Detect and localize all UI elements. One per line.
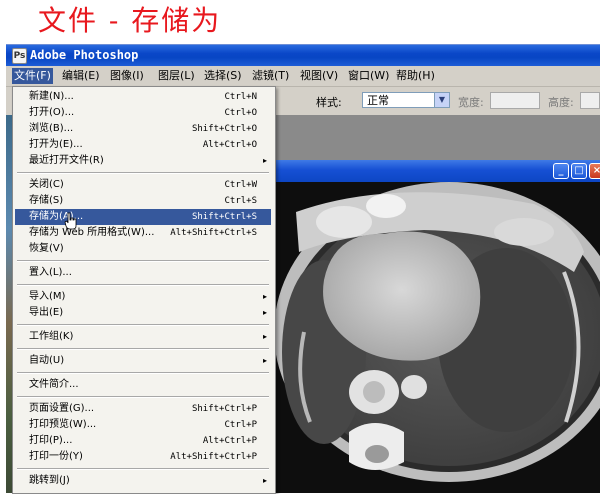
- menu-item-browse[interactable]: 浏览(B)... Shift+Ctrl+O: [15, 121, 271, 137]
- slide-title: 文件 - 存储为: [38, 4, 222, 37]
- menu-help[interactable]: 帮助(H): [394, 68, 437, 84]
- submenu-arrow-icon: ▸: [262, 292, 267, 301]
- maximize-button[interactable]: □: [571, 163, 587, 179]
- menu-filter[interactable]: 滤镜(T): [250, 68, 291, 84]
- menu-item-print-preview[interactable]: 打印预览(W)... Ctrl+P: [15, 417, 271, 433]
- menu-file[interactable]: 文件(F): [12, 68, 53, 84]
- ct-scan-image: [274, 182, 600, 493]
- menu-select[interactable]: 选择(S): [202, 68, 244, 84]
- menu-item-close[interactable]: 关闭(C) Ctrl+W: [15, 177, 271, 193]
- menu-item-automate[interactable]: 自动(U) ▸: [15, 353, 271, 369]
- menu-item-import[interactable]: 导入(M) ▸: [15, 289, 271, 305]
- menu-item-save-for-web[interactable]: 存储为 Web 所用格式(W)... Alt+Shift+Ctrl+S: [15, 225, 271, 241]
- submenu-arrow-icon: ▸: [262, 476, 267, 485]
- menu-separator: [17, 348, 269, 350]
- height-input[interactable]: [580, 92, 600, 109]
- style-select[interactable]: 正常 ▼: [362, 92, 450, 108]
- menu-separator: [17, 260, 269, 262]
- menu-item-page-setup[interactable]: 页面设置(G)... Shift+Ctrl+P: [15, 401, 271, 417]
- menu-image[interactable]: 图像(I): [108, 68, 146, 84]
- menu-item-jump-to[interactable]: 跳转到(J) ▸: [15, 473, 271, 489]
- height-label: 高度:: [548, 96, 574, 109]
- menu-item-save[interactable]: 存储(S) Ctrl+S: [15, 193, 271, 209]
- submenu-arrow-icon: ▸: [262, 356, 267, 365]
- menu-item-export[interactable]: 导出(E) ▸: [15, 305, 271, 321]
- style-label: 样式:: [316, 96, 342, 109]
- menu-item-workgroup[interactable]: 工作组(K) ▸: [15, 329, 271, 345]
- app-titlebar: Ps Adobe Photoshop: [6, 45, 600, 66]
- menu-separator: [17, 372, 269, 374]
- menu-item-file-info[interactable]: 文件简介...: [15, 377, 271, 393]
- menu-window[interactable]: 窗口(W): [346, 68, 391, 84]
- submenu-arrow-icon: ▸: [262, 156, 267, 165]
- width-label: 宽度:: [458, 96, 484, 109]
- photoshop-app-icon[interactable]: Ps: [12, 48, 27, 64]
- menu-separator: [17, 468, 269, 470]
- menu-separator: [17, 324, 269, 326]
- minimize-button[interactable]: _: [553, 163, 569, 179]
- menu-item-save-as[interactable]: 存储为(A)... Shift+Ctrl+S: [15, 209, 271, 225]
- menu-layer[interactable]: 图层(L): [156, 68, 197, 84]
- app-title: Adobe Photoshop: [30, 48, 139, 62]
- menu-item-place[interactable]: 置入(L)...: [15, 265, 271, 281]
- file-menu-dropdown: 新建(N)... Ctrl+N 打开(O)... Ctrl+O 浏览(B)... Sh…: [12, 86, 276, 494]
- document-canvas[interactable]: [274, 182, 600, 493]
- menu-separator: [17, 396, 269, 398]
- menu-separator: [17, 172, 269, 174]
- menubar: 文件(F) 编辑(E) 图像(I) 图层(L) 选择(S) 滤镜(T) 视图(V…: [6, 66, 600, 87]
- menu-item-open-as[interactable]: 打开为(E)... Alt+Ctrl+O: [15, 137, 271, 153]
- menu-item-recent-files[interactable]: 最近打开文件(R) ▸: [15, 153, 271, 169]
- menu-item-revert[interactable]: 恢复(V): [15, 241, 271, 257]
- menu-item-open[interactable]: 打开(O)... Ctrl+O: [15, 105, 271, 121]
- hand-cursor-icon: [64, 212, 77, 230]
- document-titlebar: _ □ ×: [271, 160, 600, 182]
- menu-item-print[interactable]: 打印(P)... Alt+Ctrl+P: [15, 433, 271, 449]
- menu-view[interactable]: 视图(V): [298, 68, 340, 84]
- close-button[interactable]: ×: [589, 163, 600, 179]
- menu-edit[interactable]: 编辑(E): [60, 68, 102, 84]
- menu-separator: [17, 284, 269, 286]
- menu-item-print-one-copy[interactable]: 打印一份(Y) Alt+Shift+Ctrl+P: [15, 449, 271, 465]
- style-value: 正常: [367, 94, 389, 107]
- width-input[interactable]: [490, 92, 540, 109]
- submenu-arrow-icon: ▸: [262, 308, 267, 317]
- menu-item-new[interactable]: 新建(N)... Ctrl+N: [15, 89, 271, 105]
- submenu-arrow-icon: ▸: [262, 332, 267, 341]
- chevron-down-icon[interactable]: ▼: [434, 93, 449, 107]
